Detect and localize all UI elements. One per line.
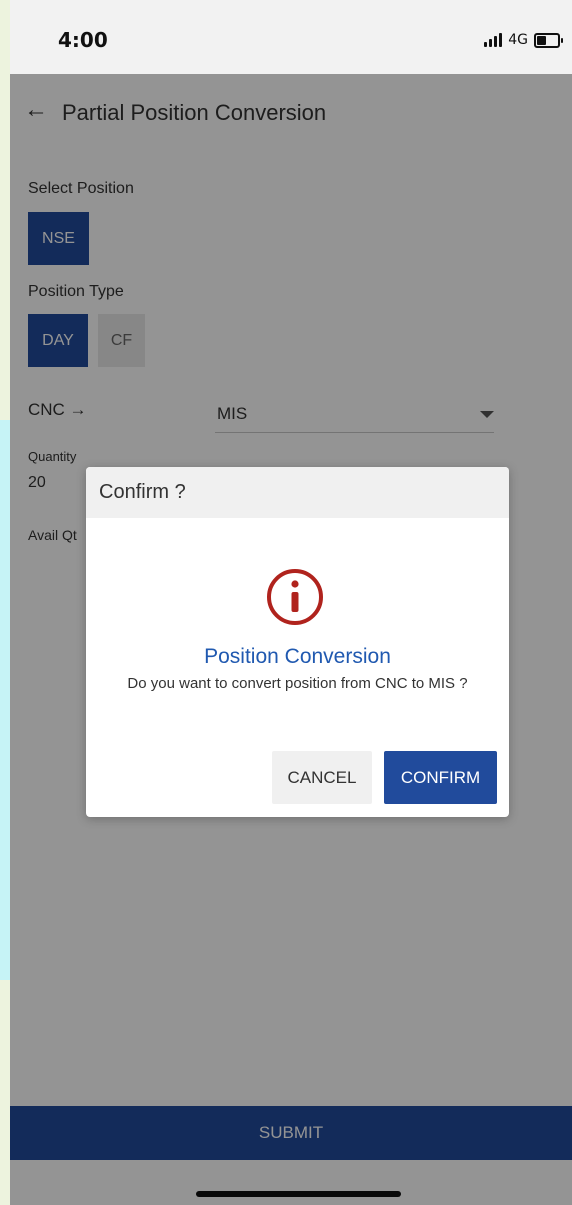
status-time: 4:00 <box>58 28 108 52</box>
background-stripe <box>0 420 10 980</box>
device-frame: 4:00 4G ← Partial Position Conversion Se… <box>0 0 572 1205</box>
cancel-button[interactable]: CANCEL <box>272 751 372 804</box>
signal-bars-icon <box>484 33 503 47</box>
dialog-title: Confirm ? <box>99 481 186 503</box>
dialog-heading: Position Conversion <box>204 645 391 668</box>
info-icon <box>267 569 323 625</box>
status-indicators: 4G <box>484 32 563 48</box>
battery-icon <box>534 32 563 48</box>
network-label: 4G <box>508 32 528 48</box>
status-bar: 4:00 4G <box>10 0 572 74</box>
dialog-message: Do you want to convert position from CNC… <box>127 675 468 692</box>
dialog-header: Confirm ? <box>86 467 509 518</box>
confirm-dialog: Confirm ? Position Conversion Do you wan… <box>86 467 509 817</box>
confirm-button[interactable]: CONFIRM <box>384 751 497 804</box>
